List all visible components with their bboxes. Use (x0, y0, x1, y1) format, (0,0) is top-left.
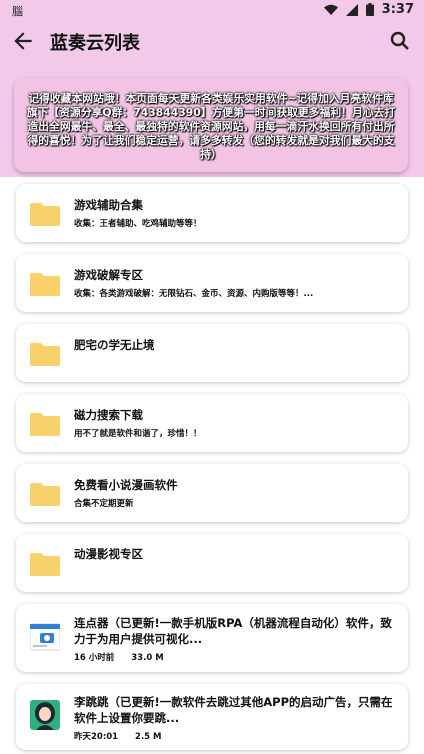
folder-title: 磁力搜索下载 (74, 408, 143, 422)
folder-title: 动漫影视专区 (74, 547, 143, 561)
app-toolbar: 蓝奏云列表 (0, 20, 424, 62)
folder-desc: 收集：各类游戏破解：无限钻石、金币、资源、内购版等等！... (74, 289, 314, 299)
back-arrow-icon[interactable] (10, 28, 36, 54)
status-time: 3:37 (381, 2, 414, 17)
folder-card[interactable]: 肥宅の学无止境 (16, 324, 408, 382)
folder-title: 游戏辅助合集 (74, 198, 143, 212)
app-size: 33.0 M (131, 653, 164, 663)
folder-icon (30, 203, 60, 226)
app-card[interactable]: 李跳跳（已更新!一款软件去跳过其他APP的启动广告，只需在软件上设置你要跳...… (16, 684, 408, 750)
folder-desc: 收集：王者辅助、吃鸡辅助等等！ (74, 219, 202, 229)
folder-title: 肥宅の学无止境 (74, 338, 155, 352)
app-title: 连点器（已更新!一款手机版RPA（机器流程自动化）软件，致力于为用户提供可视化.… (74, 616, 392, 646)
folder-icon (30, 483, 60, 506)
wifi-icon (323, 4, 338, 15)
status-icons: 3:37 (323, 2, 414, 17)
folder-card[interactable]: 动漫影视专区 (16, 534, 408, 592)
folder-card[interactable]: 游戏破解专区 收集：各类游戏破解：无限钻石、金币、资源、内购版等等！... (16, 254, 408, 312)
app-card[interactable]: 连点器（已更新!一款手机版RPA（机器流程自动化）软件，致力于为用户提供可视化.… (16, 604, 408, 672)
signal-icon (345, 3, 358, 16)
folder-card[interactable]: 免费看小说漫画软件 合集不定期更新 (16, 464, 408, 522)
notice-banner: 记得收藏本网站哦！本页面每天更新各类娱乐实用软件~记得加入月亮软件库旗下【资源分… (14, 78, 408, 172)
app-title: 李跳跳（已更新!一款软件去跳过其他APP的启动广告，只需在软件上设置你要跳... (74, 695, 393, 725)
app-updated-time: 昨天20:01 (74, 732, 119, 742)
status-left-text: 腦 (12, 5, 23, 18)
folder-icon (30, 273, 60, 296)
notice-text: 记得收藏本网站哦！本页面每天更新各类娱乐实用软件~记得加入月亮软件库旗下【资源分… (26, 92, 396, 161)
battery-icon (365, 3, 374, 16)
app-meta: 昨天20:01 2.5 M (74, 730, 176, 742)
status-bar: 腦 3:37 (0, 0, 424, 20)
girl-avatar-icon (30, 700, 60, 730)
folder-card[interactable]: 游戏辅助合集 收集：王者辅助、吃鸡辅助等等！ (16, 184, 408, 242)
app-size: 2.5 M (135, 732, 162, 742)
folder-card[interactable]: 磁力搜索下载 用不了就是软件和谐了，珍惜！！ (16, 394, 408, 452)
folder-title: 免费看小说漫画软件 (74, 478, 178, 492)
search-icon[interactable] (388, 29, 412, 53)
folder-icon (30, 343, 60, 366)
folder-title: 游戏破解专区 (74, 268, 143, 282)
folder-icon (30, 553, 60, 576)
tap-app-icon (30, 623, 60, 651)
app-updated-time: 16 小时前 (74, 653, 115, 663)
page-title: 蓝奏云列表 (50, 33, 140, 54)
folder-icon (30, 413, 60, 436)
folder-desc: 用不了就是软件和谐了，珍惜！！ (74, 429, 202, 439)
folder-desc: 合集不定期更新 (74, 499, 134, 509)
app-meta: 16 小时前 33.0 M (74, 651, 178, 663)
